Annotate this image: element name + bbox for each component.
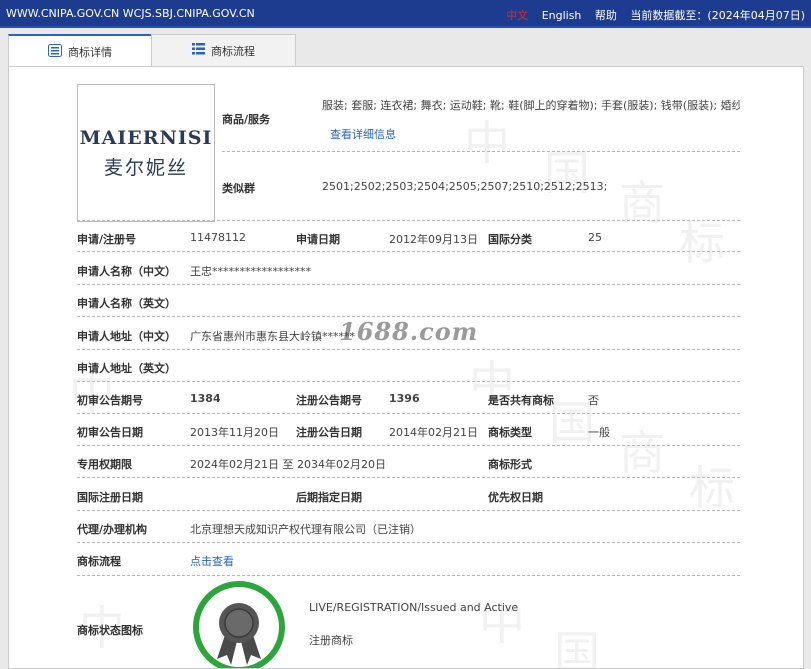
watermark-glyph: 商 [619, 176, 665, 230]
agent-label: 代理/办理机构 [77, 523, 148, 536]
tab-label: 商标详情 [68, 46, 112, 59]
goods-label: 商品/服务 [222, 113, 271, 126]
site-urls[interactable]: WWW.CNIPA.GOV.CN WCJS.SBJ.CNIPA.GOV.CN [6, 7, 255, 20]
divider [77, 445, 740, 446]
reg-pub-no-value: 1396 [389, 392, 420, 405]
top-bar-links: 中文 English 帮助 当前数据截至：(2024年04月07日) [496, 7, 805, 23]
reg-pub-date-value: 2014年02月21日 [389, 426, 478, 439]
applicant-cn-label: 申请人名称（中文） [77, 265, 176, 278]
watermark-glyph: 国 [544, 146, 590, 200]
intl-class-value: 25 [588, 231, 602, 244]
agent-value: 北京理想天成知识产权代理有限公司（已注销） [190, 523, 421, 536]
tab-trademark-flow[interactable]: 商标流程 [151, 34, 296, 66]
divider [77, 542, 740, 543]
divider [77, 284, 740, 285]
divider [77, 316, 740, 317]
trademark-logo-cn: 麦尔妮丝 [103, 157, 188, 179]
tab-bar: 商标详情 商标流程 [8, 34, 800, 68]
form-label: 商标形式 [488, 458, 532, 471]
similar-group-value: 2501;2502;2503;2504;2505;2507;2510;2512;… [322, 180, 608, 193]
divider [77, 575, 740, 576]
intl-class-label: 国际分类 [488, 233, 532, 246]
divider [77, 413, 740, 414]
divider [222, 151, 740, 152]
prelim-date-label: 初审公告日期 [77, 426, 143, 439]
type-label: 商标类型 [488, 426, 532, 439]
reg-pub-date-label: 注册公告日期 [296, 426, 362, 439]
address-en-label: 申请人地址（英文） [77, 362, 176, 375]
prelim-date-value: 2013年11月20日 [190, 426, 279, 439]
watermark-glyph: 中 [479, 596, 525, 650]
registered-status-icon [191, 579, 287, 668]
applicant-en-label: 申请人名称（英文） [77, 297, 176, 310]
status-cn: 注册商标 [309, 634, 353, 647]
watermark-glyph: 商 [619, 426, 665, 480]
flow-label: 商标流程 [77, 555, 121, 568]
divider [77, 477, 740, 478]
divider [77, 510, 740, 511]
help-link[interactable]: 帮助 [595, 9, 617, 22]
shared-value: 否 [588, 394, 599, 407]
status-icon-label: 商标状态图标 [77, 624, 143, 637]
address-cn-value: 广东省惠州市惠东县大岭镇****** [190, 330, 355, 343]
divider [77, 381, 740, 382]
watermark-glyph: 国 [554, 626, 600, 669]
flow-list-icon [192, 43, 205, 58]
applicant-cn-value: 王忠****************** [190, 265, 311, 278]
goods-value: 服装; 套服; 连衣裙; 舞衣; 运动鞋; 靴; 鞋(脚上的穿着物); 手套(服… [322, 99, 740, 112]
reg-no-label: 申请/注册号 [77, 233, 137, 246]
prelim-no-value: 1384 [190, 392, 221, 405]
intl-reg-date-label: 国际注册日期 [77, 491, 143, 504]
flow-view-link[interactable]: 点击查看 [190, 553, 234, 569]
trademark-logo-en: MAIERNISI [79, 127, 213, 149]
similar-group-label: 类似群 [222, 182, 255, 195]
divider [77, 251, 740, 252]
shared-label: 是否共有商标 [488, 394, 554, 407]
apply-date-value: 2012年09月13日 [389, 233, 478, 246]
divider [77, 220, 740, 221]
address-cn-label: 申请人地址（中文） [77, 330, 176, 343]
data-date: 当前数据截至：(2024年04月07日) [630, 9, 805, 22]
status-en: LIVE/REGISTRATION/Issued and Active [309, 601, 519, 614]
site-watermark: 1688.com [339, 317, 479, 346]
divider [77, 349, 740, 350]
view-details-link[interactable]: 查看详细信息 [330, 126, 396, 142]
reg-pub-no-label: 注册公告期号 [296, 394, 362, 407]
lang-cn-link[interactable]: 中文 [506, 9, 528, 22]
tab-trademark-detail[interactable]: 商标详情 [8, 34, 152, 68]
type-value: 一般 [588, 426, 610, 439]
apply-date-label: 申请日期 [296, 233, 340, 246]
validity-label: 专用权期限 [77, 458, 132, 471]
list-icon [48, 44, 62, 60]
priority-date-label: 优先权日期 [488, 491, 543, 504]
later-date-label: 后期指定日期 [296, 491, 362, 504]
detail-panel: 中 国 商 标 中 中 国 商 标 中 中 国 1688.com MAIERNI… [8, 66, 804, 669]
trademark-image: MAIERNISI 麦尔妮丝 [77, 84, 215, 222]
reg-no-value: 11478112 [190, 231, 246, 244]
watermark-glyph: 标 [689, 461, 735, 515]
tab-label: 商标流程 [211, 44, 255, 58]
watermark-glyph: 中 [464, 116, 510, 170]
validity-value: 2024年02月21日 至 2034年02月20日 [190, 458, 386, 471]
watermark-glyph: 标 [679, 216, 725, 270]
top-bar: WWW.CNIPA.GOV.CN WCJS.SBJ.CNIPA.GOV.CN 中… [0, 0, 811, 28]
lang-en-link[interactable]: English [542, 9, 582, 22]
prelim-no-label: 初审公告期号 [77, 394, 143, 407]
